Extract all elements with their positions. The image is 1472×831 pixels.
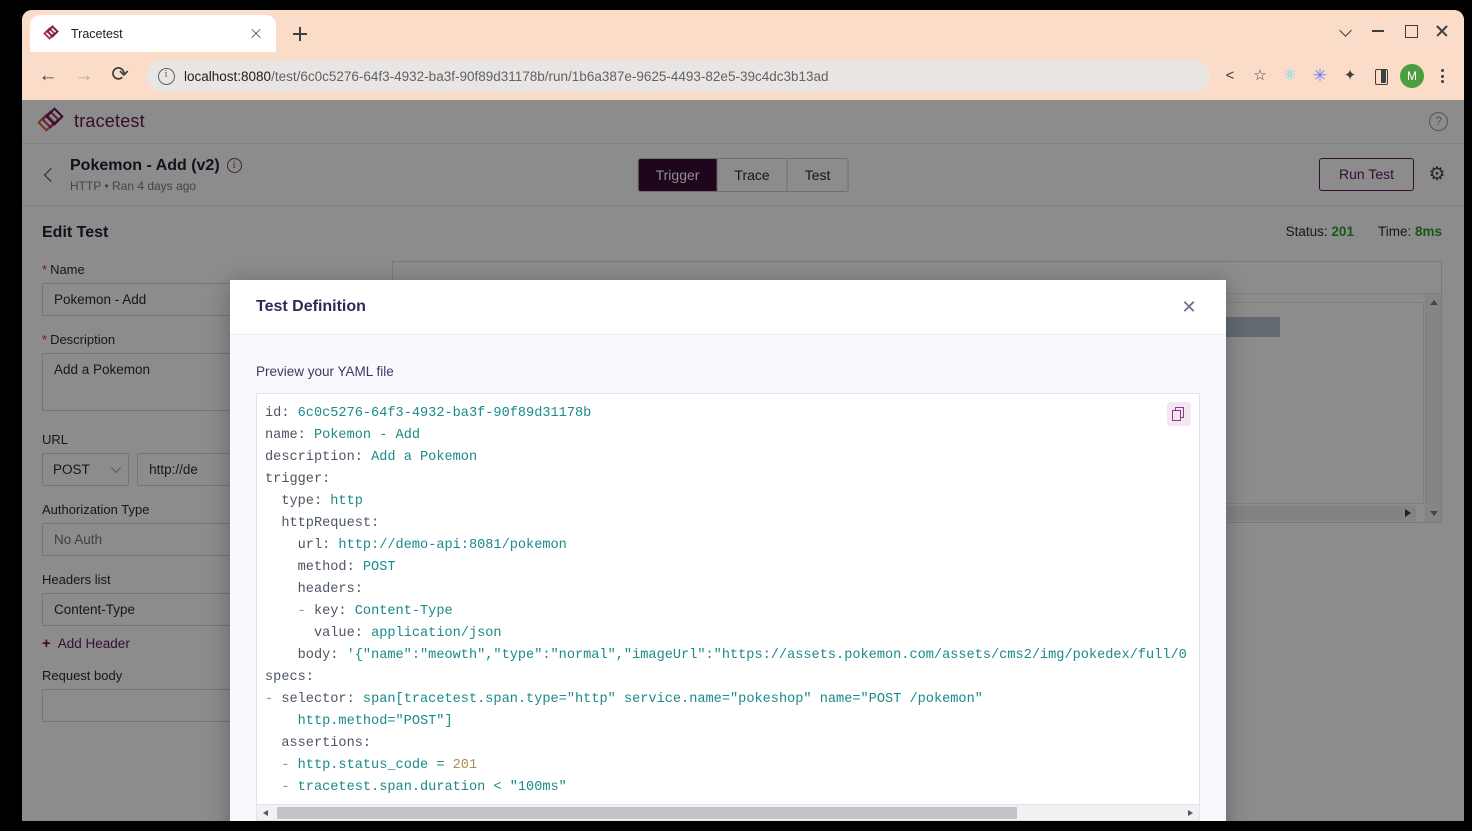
site-info-icon[interactable]	[158, 67, 175, 85]
puzzle-extensions-icon[interactable]: ✦	[1336, 62, 1364, 90]
scroll-left-arrow[interactable]	[263, 810, 268, 816]
tab-close-icon[interactable]	[246, 24, 266, 44]
window-controls	[1330, 16, 1458, 44]
yaml-line: - key: Content-Type	[265, 604, 453, 619]
chevron-down-icon[interactable]	[1330, 16, 1362, 44]
forward-button[interactable]	[68, 60, 100, 92]
yaml-line: - http.status_code = 201	[265, 758, 478, 773]
yaml-line: assertions:	[265, 736, 372, 751]
yaml-line: id: 6c0c5276-64f3-4932-ba3f-90f89d31178b	[265, 406, 592, 421]
close-window-button[interactable]	[1426, 16, 1458, 44]
yaml-line: headers:	[265, 582, 363, 597]
modal-body: Preview your YAML file id: 6c0c5276-64f3…	[230, 335, 1226, 821]
yaml-line: trigger:	[265, 472, 331, 487]
yaml-horizontal-scrollbar[interactable]	[257, 804, 1199, 820]
omnibox-row: localhost:8080/test/6c0c5276-64f3-4932-b…	[22, 52, 1464, 100]
minimize-button[interactable]	[1362, 16, 1394, 44]
browser-tab-strip: Tracetest	[22, 10, 1464, 52]
yaml-line: method: POST	[265, 560, 396, 575]
yaml-line: name: Pokemon - Add	[265, 428, 421, 443]
browser-tab-title: Tracetest	[71, 26, 123, 41]
modal-title: Test Definition	[256, 298, 366, 315]
yaml-line: value: application/json	[265, 626, 502, 641]
yaml-line: - tracetest.span.duration < "100ms"	[265, 780, 567, 795]
bookmark-star-icon[interactable]: ☆	[1246, 62, 1274, 90]
react-devtools-extension-icon[interactable]: ⚛	[1276, 62, 1304, 90]
omnibox-actions: < ☆ ⚛ ✳ ✦ M	[1216, 62, 1454, 90]
close-icon[interactable]: ✕	[1176, 294, 1202, 320]
share-icon[interactable]: <	[1216, 62, 1244, 90]
copy-icon[interactable]	[1167, 402, 1191, 426]
browser-menu-icon[interactable]	[1430, 62, 1454, 90]
yaml-line: description: Add a Pokemon	[265, 450, 478, 465]
scrollbar-thumb[interactable]	[277, 807, 1017, 819]
back-button[interactable]	[32, 60, 64, 92]
url-host: localhost:8080	[184, 68, 272, 84]
preview-label: Preview your YAML file	[256, 364, 394, 379]
yaml-line: body: '{"name":"meowth","type":"normal",…	[265, 648, 1187, 663]
yaml-line: http.method="POST"]	[265, 714, 453, 729]
snowflake-extension-icon[interactable]: ✳	[1306, 62, 1334, 90]
yaml-line: url: http://demo-api:8081/pokemon	[265, 538, 567, 553]
yaml-scroll-region: id: 6c0c5276-64f3-4932-ba3f-90f89d31178b…	[257, 394, 1199, 803]
yaml-line: httpRequest:	[265, 516, 380, 531]
scroll-right-arrow[interactable]	[1188, 810, 1193, 816]
profile-avatar[interactable]: M	[1400, 64, 1424, 88]
yaml-line: specs:	[265, 670, 314, 685]
sidebar-panel-icon[interactable]	[1366, 62, 1394, 90]
reload-button[interactable]	[104, 59, 136, 92]
test-definition-modal: Test Definition ✕ Preview your YAML file…	[230, 280, 1226, 821]
yaml-code-box: id: 6c0c5276-64f3-4932-ba3f-90f89d31178b…	[256, 393, 1200, 821]
url-text: localhost:8080/test/6c0c5276-64f3-4932-b…	[184, 69, 1198, 84]
url-path: /test/6c0c5276-64f3-4932-ba3f-90f89d3117…	[271, 68, 829, 84]
yaml-line: - selector: span[tracetest.span.type="ht…	[265, 692, 983, 707]
browser-window: Tracetest localhost:8080/test/6c0c5276-6…	[22, 10, 1464, 821]
modal-header: Test Definition ✕	[230, 280, 1226, 335]
new-tab-button[interactable]	[286, 20, 314, 48]
browser-tab[interactable]: Tracetest	[30, 15, 276, 52]
yaml-content: id: 6c0c5276-64f3-4932-ba3f-90f89d31178b…	[265, 403, 1199, 799]
url-bar[interactable]: localhost:8080/test/6c0c5276-64f3-4932-b…	[146, 60, 1210, 92]
maximize-button[interactable]	[1394, 16, 1426, 44]
tracetest-favicon-icon	[43, 24, 60, 42]
yaml-line: type: http	[265, 494, 363, 509]
page-viewport: tracetest ? Pokemon - Add (v2) i HTTP • …	[22, 100, 1464, 821]
